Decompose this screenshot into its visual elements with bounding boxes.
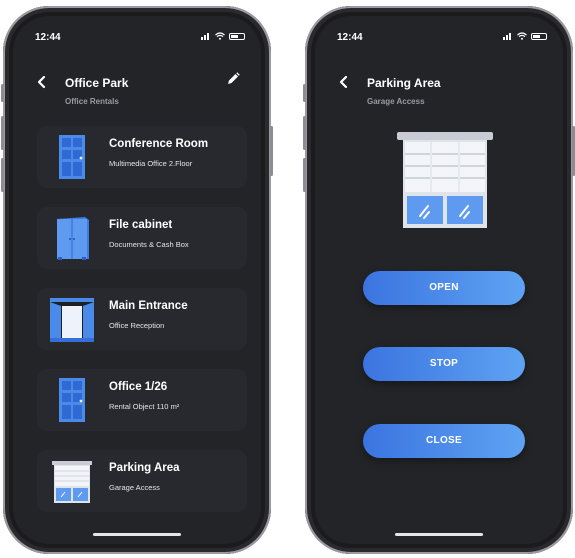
list-item-subtitle: Documents & Cash Box: [109, 240, 189, 249]
status-bar: 12:44: [315, 16, 563, 46]
mute-switch: [303, 84, 306, 102]
phone-frame-left: 12:44 Office Park Office Rentals Confere…: [1, 6, 273, 554]
header: Parking Area Garage Access: [315, 71, 563, 111]
close-button[interactable]: CLOSE: [363, 424, 525, 458]
list-item-conference-room[interactable]: Conference Room Multimedia Office 2.Floo…: [37, 126, 247, 188]
signal-icon: [201, 32, 211, 40]
volume-up-button: [303, 116, 306, 150]
list-item-title: Office 1/26: [109, 381, 168, 393]
list-item-subtitle: Rental Object 110 m²: [109, 402, 180, 411]
open-button[interactable]: OPEN: [363, 271, 525, 305]
stop-button[interactable]: STOP: [363, 347, 525, 381]
garage-shutter-icon: [52, 461, 92, 503]
screen-left: 12:44 Office Park Office Rentals Confere…: [13, 16, 261, 544]
volume-up-button: [1, 116, 4, 150]
cabinet-icon: [57, 217, 89, 260]
battery-icon: [531, 32, 547, 40]
list-item-title: Main Entrance: [109, 300, 188, 312]
page-title: Parking Area: [367, 76, 441, 90]
status-time: 12:44: [337, 32, 363, 43]
page-subtitle: Garage Access: [367, 97, 425, 106]
status-icons: [503, 32, 547, 40]
battery-icon: [229, 32, 245, 40]
status-icons: [201, 32, 245, 40]
list-item-title: Conference Room: [109, 138, 209, 150]
signal-icon: [503, 32, 513, 40]
list-item-parking-area[interactable]: Parking Area Garage Access: [37, 450, 247, 512]
power-button: [270, 126, 273, 176]
status-time: 12:44: [35, 32, 61, 43]
list-item-file-cabinet[interactable]: File cabinet Documents & Cash Box: [37, 207, 247, 269]
door-icon: [59, 135, 85, 179]
wifi-icon: [517, 32, 527, 40]
page-subtitle: Office Rentals: [65, 97, 119, 106]
edit-pencil-icon[interactable]: [225, 71, 241, 87]
back-chevron-icon[interactable]: [337, 75, 351, 89]
header: Office Park Office Rentals: [13, 71, 261, 111]
page-title: Office Park: [65, 76, 129, 90]
garage-shutter-icon: [397, 132, 493, 228]
door-icon: [59, 378, 85, 422]
list-item-subtitle: Garage Access: [109, 483, 160, 492]
volume-down-button: [303, 158, 306, 192]
home-indicator: [395, 533, 483, 536]
phone-frame-right: 12:44 Parking Area Garage Access OPEN ST…: [303, 6, 575, 554]
list-item-title: File cabinet: [109, 219, 173, 231]
list-item-subtitle: Office Reception: [109, 321, 165, 330]
back-chevron-icon[interactable]: [35, 75, 49, 89]
list-item-main-entrance[interactable]: Main Entrance Office Reception: [37, 288, 247, 350]
list-item-title: Parking Area: [109, 462, 180, 474]
volume-down-button: [1, 158, 4, 192]
mute-switch: [1, 84, 4, 102]
wifi-icon: [215, 32, 225, 40]
home-indicator: [93, 533, 181, 536]
status-bar: 12:44: [13, 16, 261, 46]
list-item-subtitle: Multimedia Office 2.Floor: [109, 159, 193, 168]
screen-right: 12:44 Parking Area Garage Access OPEN ST…: [315, 16, 563, 544]
list-item-office-1-26[interactable]: Office 1/26 Rental Object 110 m²: [37, 369, 247, 431]
double-door-icon: [50, 298, 94, 342]
